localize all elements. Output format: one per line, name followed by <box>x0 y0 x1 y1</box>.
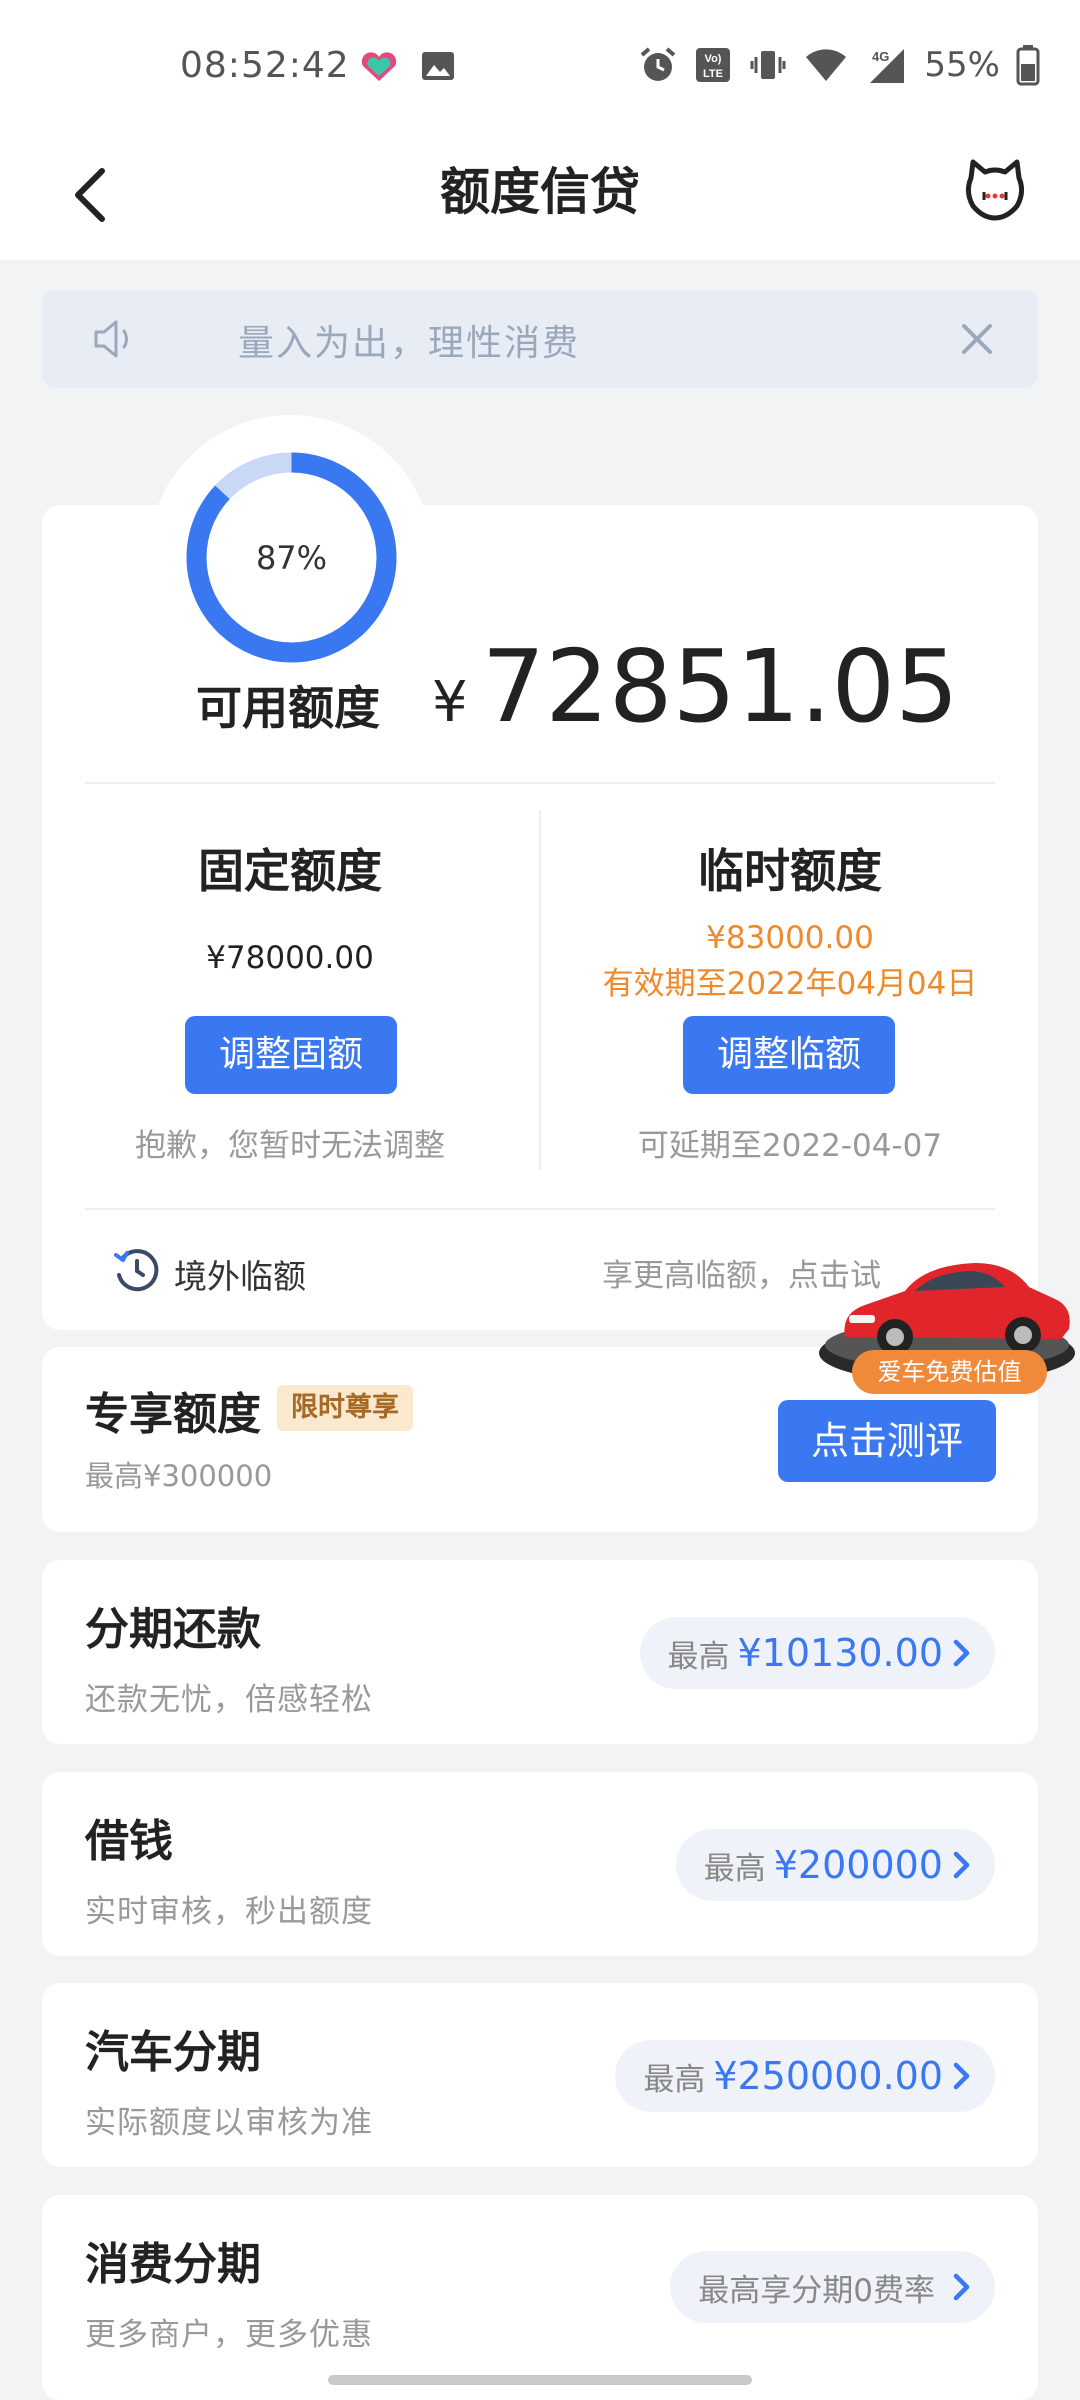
chevron-right-icon <box>953 2273 970 2301</box>
svg-text:Vo): Vo) <box>705 53 722 65</box>
cat-assistant-icon <box>965 159 1025 221</box>
customer-service-button[interactable] <box>960 145 1030 235</box>
chevron-right-icon <box>953 1851 970 1879</box>
adjust-fixed-button[interactable]: 调整固额 <box>185 1016 397 1094</box>
item-title: 汽车分期 <box>85 2027 261 2078</box>
item-subtitle: 还款无忧，倍感轻松 <box>85 1682 373 1718</box>
speaker-icon <box>94 320 128 358</box>
status-time: 08:52:42 <box>180 45 350 86</box>
pill-amount: ¥200000 <box>773 1843 943 1887</box>
pill-prefix: 最高享分期0费率 <box>698 2272 935 2309</box>
exclusive-credit-max: 最高¥300000 <box>85 1459 273 1493</box>
car-valuation-label[interactable]: 爱车免费估值 <box>852 1350 1047 1394</box>
wifi-icon <box>806 49 847 81</box>
temp-credit-note: 可延期至2022-04-07 <box>637 1128 943 1164</box>
volte-icon: Vo) LTE <box>696 48 731 82</box>
alarm-icon <box>641 47 676 81</box>
temp-credit-validity: 有效期至2022年04月04日 <box>602 966 978 1002</box>
home-indicator[interactable] <box>328 2375 752 2385</box>
pill-prefix: 最高 <box>643 2061 706 2098</box>
fixed-credit-amount: ¥78000.00 <box>206 940 374 976</box>
evaluate-button[interactable]: 点击测评 <box>778 1400 996 1482</box>
item-subtitle: 实际额度以审核为准 <box>85 2105 373 2141</box>
cell-signal-icon: 4G <box>870 49 905 83</box>
close-notice-icon[interactable] <box>952 314 1002 364</box>
exclusive-credit-title: 专享额度 <box>85 1389 261 1440</box>
divider <box>85 782 995 784</box>
svg-text:4G: 4G <box>872 49 889 64</box>
installment-repay-pill[interactable]: 最高 ¥10130.00 <box>639 1617 995 1689</box>
divider <box>85 1208 995 1210</box>
page-title: 额度信贷 <box>440 163 640 221</box>
pill-amount: ¥10130.00 <box>737 1631 944 1675</box>
item-title: 借钱 <box>85 1816 173 1867</box>
chevron-right-icon <box>953 1639 970 1667</box>
available-amount-value: 72851.05 <box>481 628 959 745</box>
chevron-right-icon <box>953 2062 970 2090</box>
consumer-installment-pill[interactable]: 最高享分期0费率 <box>670 2251 995 2323</box>
fixed-credit-note: 抱歉，您暂时无法调整 <box>135 1128 445 1164</box>
pill-amount: ¥250000.00 <box>713 2054 943 2098</box>
adjust-temp-button[interactable]: 调整临额 <box>683 1016 895 1094</box>
pill-prefix: 最高 <box>667 1638 730 1675</box>
status-icons: Vo) LTE 4G 55% <box>638 42 1040 88</box>
vibrate-icon <box>750 51 786 79</box>
temp-credit-amount: ¥83000.00 <box>706 920 874 956</box>
temp-credit-title: 临时额度 <box>698 844 882 898</box>
battery-icon <box>1016 45 1040 86</box>
car-installment-pill[interactable]: 最高 ¥250000.00 <box>615 2040 995 2112</box>
overseas-clock-icon <box>114 1249 159 1292</box>
available-credit-label: 可用额度 <box>196 681 380 735</box>
item-title: 分期还款 <box>85 1604 261 1655</box>
status-bar: 08:52:42 Vo) LTE 4G 55% <box>0 0 1080 130</box>
limited-time-badge: 限时尊享 <box>277 1385 413 1431</box>
currency-symbol: ¥ <box>432 670 468 735</box>
image-notification-icon <box>422 52 454 80</box>
heart-notification-icon <box>361 52 397 81</box>
available-credit-amount: ¥72851.05 <box>432 628 959 745</box>
overseas-credit-link[interactable]: 境外临额 <box>174 1250 306 1298</box>
item-title: 消费分期 <box>85 2239 261 2290</box>
notice-text: 量入为出，理性消费 <box>238 323 581 364</box>
borrow-money-pill[interactable]: 最高 ¥200000 <box>675 1829 995 1901</box>
pill-prefix: 最高 <box>703 1850 766 1887</box>
item-subtitle: 更多商户，更多优惠 <box>85 2317 373 2353</box>
battery-percent: 55% <box>924 45 1000 85</box>
app-header: 额度信贷 <box>0 130 1080 260</box>
fixed-credit-title: 固定额度 <box>198 844 382 898</box>
svg-text:LTE: LTE <box>703 68 723 80</box>
item-subtitle: 实时审核，秒出额度 <box>85 1894 373 1930</box>
usage-percent: 87% <box>255 538 328 577</box>
notice-bar: 量入为出，理性消费 <box>42 290 1038 388</box>
